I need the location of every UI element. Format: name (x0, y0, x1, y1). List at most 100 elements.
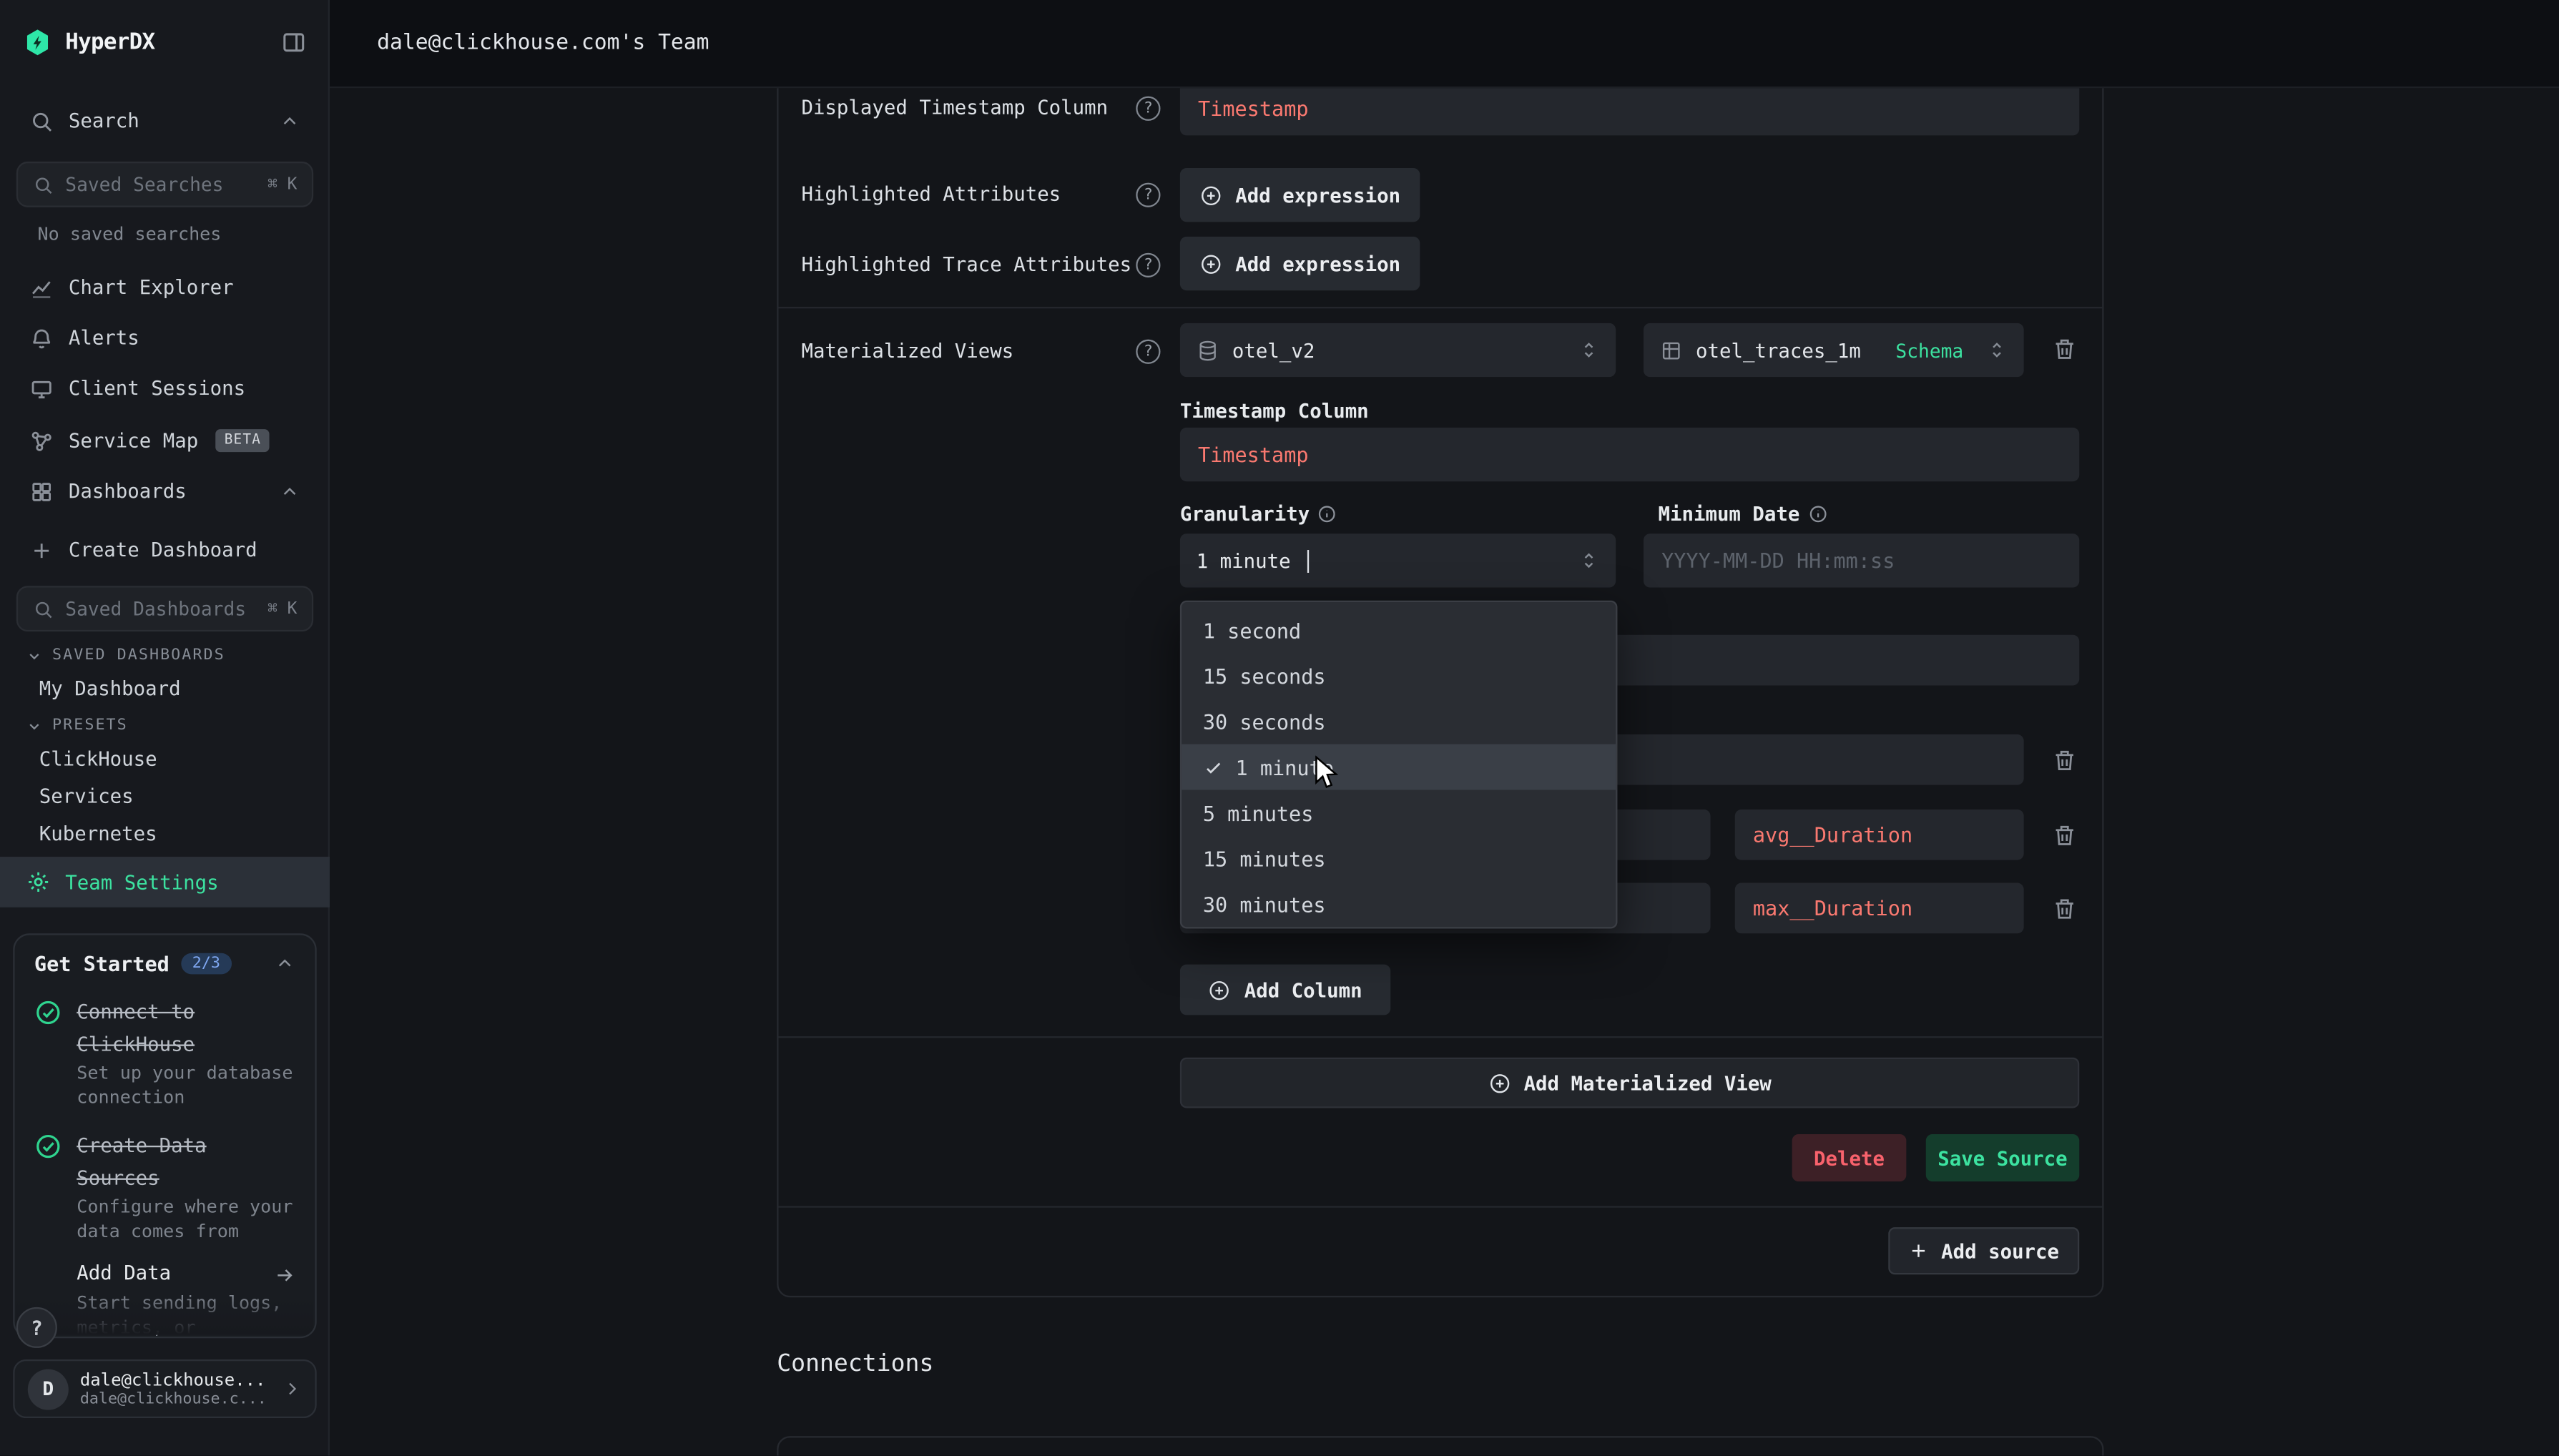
question-help-icon[interactable]: ? (1136, 97, 1160, 121)
add-materialized-view-button[interactable]: Add Materialized View (1180, 1058, 2079, 1108)
user-name: dale@clickhouse... (80, 1370, 271, 1389)
app-root: HyperDX Search Saved Searches ⌘ K No sav… (0, 0, 2559, 1456)
select-chevrons-icon (1578, 550, 1600, 571)
chevron-up-icon[interactable] (279, 110, 300, 132)
field-label: Displayed Timestamp Column (801, 97, 1108, 119)
question-help-icon[interactable]: ? (1136, 253, 1160, 277)
shortcut-hint: ⌘ K (267, 600, 297, 618)
chevron-up-icon[interactable] (279, 481, 300, 502)
question-help-icon[interactable]: ? (1136, 340, 1160, 364)
step-description: Start sending logs, metrics, or (77, 1292, 295, 1338)
arrow-right-icon[interactable] (274, 1266, 295, 1287)
sidebar-item-clickhouse[interactable]: ClickHouse (16, 739, 313, 779)
sidebar-collapse-icon[interactable] (281, 29, 308, 56)
logo-row: HyperDX (0, 0, 330, 85)
field-label: Highlighted Trace Attributes (801, 253, 1131, 276)
column-alias-input[interactable]: max__Duration (1735, 883, 2024, 934)
delete-column-icon[interactable] (2051, 822, 2078, 849)
add-source-button[interactable]: Add source (1888, 1227, 2079, 1274)
sidebar-item-dashboards[interactable]: Dashboards (16, 468, 313, 514)
no-saved-searches-text: No saved searches (37, 224, 221, 245)
sidebar-item-team-settings[interactable]: Team Settings (0, 857, 330, 907)
info-icon[interactable] (1318, 504, 1337, 523)
section-title: SAVED DASHBOARDS (52, 646, 225, 664)
dropdown-option[interactable]: 15 seconds (1182, 653, 1616, 699)
selected-table: otel_traces_1m (1696, 339, 1861, 362)
delete-materialized-view-icon[interactable] (2051, 336, 2078, 363)
progress-badge: 2/3 (181, 953, 232, 975)
plus-icon (1909, 1240, 1930, 1261)
step-description: Configure where your data comes from (77, 1197, 295, 1244)
delete-button[interactable]: Delete (1792, 1134, 1907, 1181)
presets-section-header[interactable]: PRESETS (26, 717, 128, 734)
plus-icon (29, 538, 54, 562)
table-icon (1660, 339, 1683, 362)
dropdown-option[interactable]: 5 minutes (1182, 790, 1616, 835)
get-started-step-add-data[interactable]: Add Data Start sending logs, metrics, or (34, 1262, 295, 1338)
question-help-icon[interactable]: ? (1136, 183, 1160, 207)
sidebar-item-services[interactable]: Services (16, 777, 313, 816)
add-column-button[interactable]: Add Column (1180, 965, 1390, 1015)
check-circle-icon (34, 999, 62, 1027)
get-started-step-sources[interactable]: Create Data Sources Configure where your… (34, 1128, 295, 1244)
materialized-table-select[interactable]: otel_traces_1m Schema (1644, 323, 2024, 377)
save-source-button[interactable]: Save Source (1926, 1134, 2080, 1181)
info-icon[interactable] (1808, 504, 1827, 523)
granularity-label: Granularity (1180, 503, 1337, 526)
sidebar-item-my-dashboard[interactable]: My Dashboard (16, 669, 313, 709)
sidebar-item-service-map[interactable]: Service Map BETA (16, 418, 313, 463)
granularity-combobox[interactable]: 1 minute (1180, 533, 1616, 587)
add-expression-button[interactable]: Add expression (1180, 237, 1420, 290)
chevron-right-icon (283, 1379, 302, 1398)
sidebar-item-label: Search (69, 109, 139, 132)
schema-link[interactable]: Schema (1895, 339, 1963, 362)
sidebar: HyperDX Search Saved Searches ⌘ K No sav… (0, 0, 330, 1456)
help-button[interactable]: ? (16, 1307, 57, 1348)
get-started-panel: Get Started 2/3 Connect to ClickHouse Se… (13, 933, 316, 1338)
dropdown-option[interactable]: 30 minutes (1182, 881, 1616, 927)
delete-column-icon[interactable] (2051, 896, 2078, 923)
page-title: dale@clickhouse.com's Team (377, 31, 709, 55)
minimum-date-input[interactable]: YYYY-MM-DD HH:mm:ss (1644, 533, 2079, 587)
dropdown-option-selected[interactable]: 1 minute (1182, 744, 1616, 790)
dropdown-option[interactable]: 1 second (1182, 607, 1616, 653)
sidebar-item-alerts[interactable]: Alerts (16, 315, 313, 360)
app-title: HyperDX (65, 29, 154, 56)
sidebar-item-create-dashboard[interactable]: Create Dashboard (16, 527, 313, 573)
get-started-header[interactable]: Get Started 2/3 (34, 951, 295, 975)
grid-icon (29, 479, 54, 503)
monitor-icon (29, 376, 54, 400)
saved-dashboards-input[interactable]: Saved Dashboards ⌘ K (16, 586, 313, 631)
chevron-up-icon[interactable] (274, 953, 295, 975)
sidebar-item-chart-explorer[interactable]: Chart Explorer (16, 265, 313, 310)
divider (779, 1036, 2103, 1038)
user-email: dale@clickhouse.c... (80, 1389, 271, 1407)
column-alias-input[interactable]: avg__Duration (1735, 810, 2024, 860)
materialized-view-select[interactable]: otel_v2 (1180, 323, 1616, 377)
divider (779, 1206, 2103, 1207)
delete-column-icon[interactable] (2051, 747, 2078, 774)
saved-searches-input[interactable]: Saved Searches ⌘ K (16, 162, 313, 207)
sidebar-item-kubernetes[interactable]: Kubernetes (16, 815, 313, 854)
dropdown-option[interactable]: 15 minutes (1182, 835, 1616, 881)
plus-circle-icon (1488, 1071, 1511, 1094)
dropdown-option[interactable]: 30 seconds (1182, 699, 1616, 744)
saved-dashboards-section-header[interactable]: SAVED DASHBOARDS (26, 646, 225, 664)
displayed-timestamp-input[interactable]: Timestamp (1180, 82, 2079, 135)
step-description: Set up your database connection (77, 1063, 295, 1110)
connections-title: Connections (777, 1351, 933, 1377)
plus-circle-icon (1199, 184, 1222, 207)
select-chevrons-icon (1986, 340, 2008, 361)
chevron-down-icon (26, 717, 43, 734)
sidebar-item-search[interactable]: Search (16, 98, 313, 144)
granularity-value: 1 minute (1197, 549, 1291, 572)
sidebar-item-client-sessions[interactable]: Client Sessions (16, 365, 313, 411)
sidebar-item-label: Service Map (69, 429, 198, 452)
timestamp-column-input[interactable]: Timestamp (1180, 428, 2079, 481)
add-expression-button[interactable]: Add expression (1180, 168, 1420, 222)
selected-view: otel_v2 (1232, 339, 1315, 362)
user-menu[interactable]: D dale@clickhouse... dale@clickhouse.c..… (13, 1359, 316, 1418)
avatar: D (28, 1368, 69, 1409)
service-map-icon (29, 428, 54, 453)
get-started-step-connect[interactable]: Connect to ClickHouse Set up your databa… (34, 994, 295, 1111)
